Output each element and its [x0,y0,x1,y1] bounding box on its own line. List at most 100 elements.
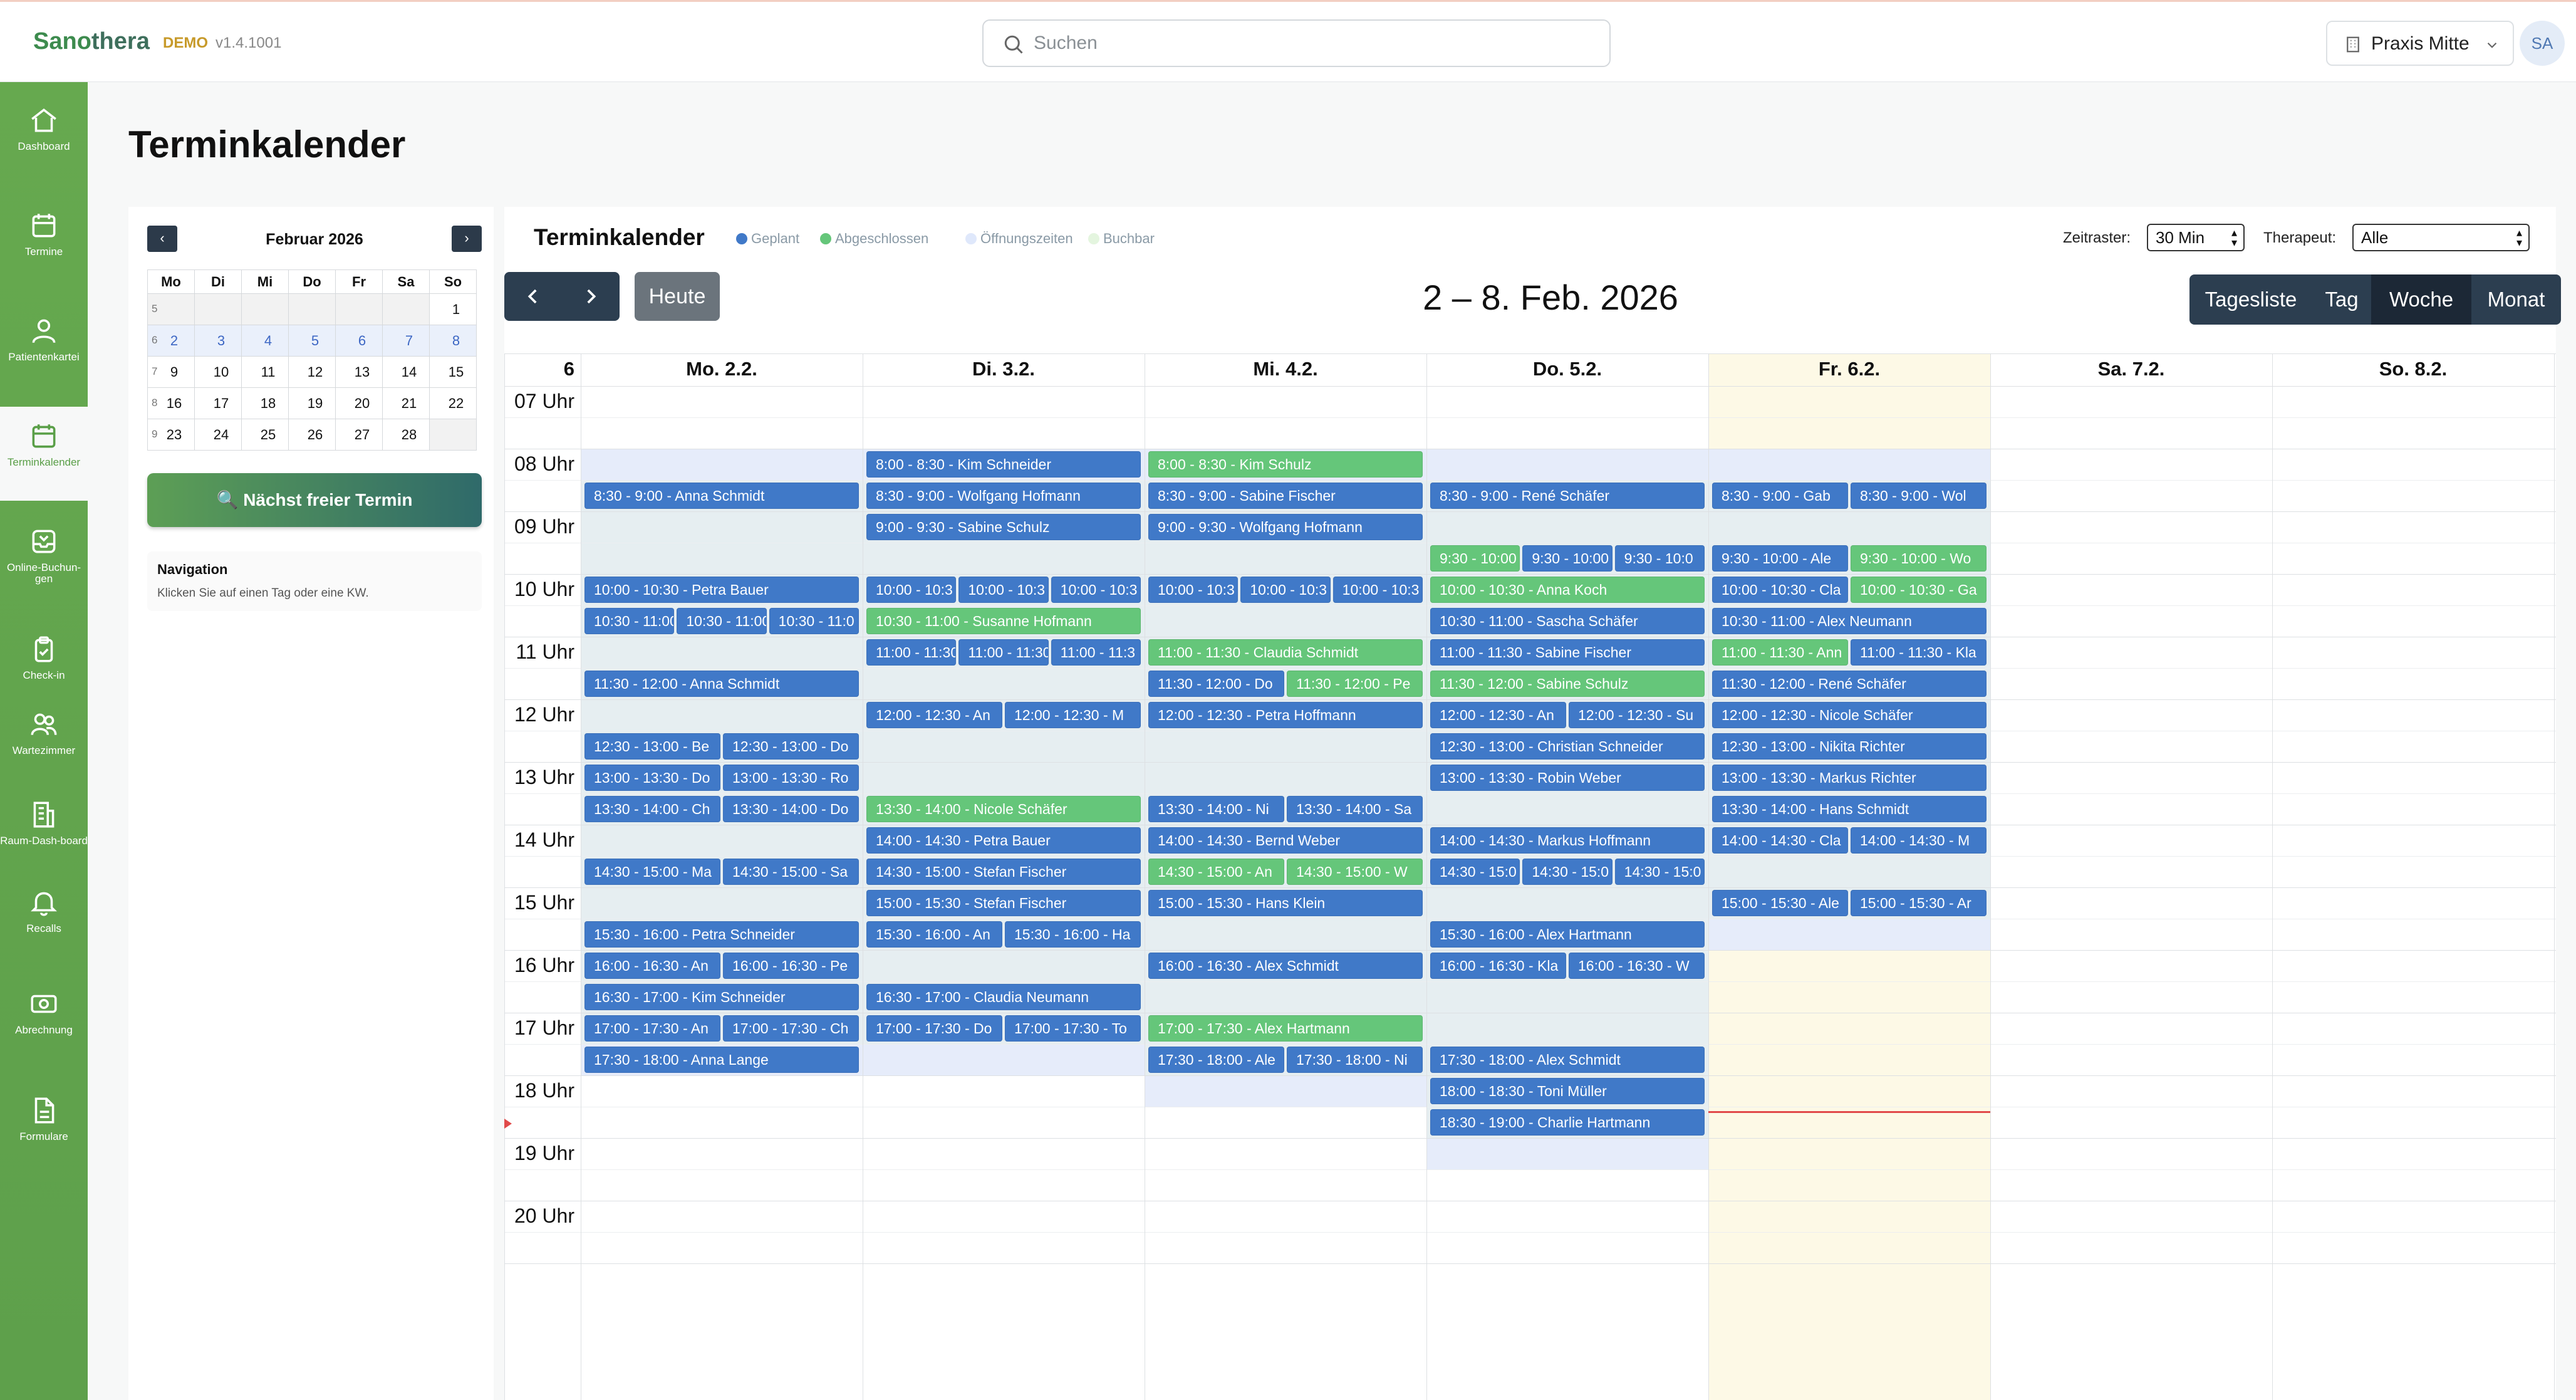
appointment-block[interactable]: 18:30 - 19:00 - Charlie Hartmann [1430,1109,1705,1136]
appointment-block[interactable]: 11:30 - 12:00 - Pe [1287,671,1423,697]
appointment-block[interactable]: 13:00 - 13:30 - Robin Weber [1430,765,1705,791]
appointment-block[interactable]: 17:30 - 18:00 - Anna Lange [584,1047,859,1073]
appointment-block[interactable]: 9:30 - 10:0 [1614,545,1705,572]
appointment-block[interactable]: 11:30 - 12:00 - Sabine Schulz [1430,671,1705,697]
mini-calendar-day[interactable]: 11 [241,356,289,388]
appointment-block[interactable]: 14:30 - 15:00 - W [1287,859,1423,885]
mini-calendar-day[interactable]: 19 [288,387,336,419]
appointment-block[interactable]: 14:30 - 15:00 - Sa [723,859,859,885]
mini-calendar-day[interactable]: 21 [382,387,430,419]
appointment-block[interactable]: 8:30 - 9:00 - Wol [1851,483,1987,509]
mini-calendar-day[interactable]: 14 [382,356,430,388]
app-logo[interactable]: Sanothera [33,28,150,55]
appointment-block[interactable]: 11:00 - 11:30 - Claudia Schmidt [1148,639,1423,666]
mini-calendar-day[interactable]: 79 [147,356,195,388]
mini-calendar-week-number[interactable]: 9 [152,428,157,441]
appointment-block[interactable]: 13:30 - 14:00 - Hans Schmidt [1712,796,1987,822]
appointment-block[interactable]: 14:00 - 14:30 - Petra Bauer [866,827,1141,854]
mini-calendar-day[interactable]: 8 16 [147,387,195,419]
appointment-block[interactable]: 14:00 - 14:30 - Cla [1712,827,1848,854]
appointment-block[interactable]: 13:30 - 14:00 - Sa [1287,796,1423,822]
appointment-block[interactable]: 9:00 - 9:30 - Wolfgang Hofmann [1148,514,1423,540]
mini-calendar-next-button[interactable]: › [452,226,482,252]
mini-calendar-week-number[interactable]: 6 [152,334,157,347]
appointment-block[interactable]: 17:00 - 17:30 - Do [866,1015,1002,1042]
next-free-slot-button[interactable]: 🔍 Nächst freier Termin [147,473,482,527]
appointment-block[interactable]: 14:00 - 14:30 - Markus Hoffmann [1430,827,1705,854]
appointment-block[interactable]: 9:30 - 10:00 - Wo [1851,545,1987,572]
appointment-block[interactable]: 13:00 - 13:30 - Ro [723,765,859,791]
sidebar-item-termine[interactable]: Termine [0,196,88,290]
view-tag-button[interactable]: Tag [2312,274,2371,325]
appointment-block[interactable]: 13:30 - 14:00 - Ch [584,796,720,822]
day-header[interactable]: Mo. 2.2. [581,353,863,386]
appointment-block[interactable]: 10:00 - 10:30 - Anna Koch [1430,577,1705,603]
appointment-block[interactable]: 14:30 - 15:00 - Ma [584,859,720,885]
appointment-block[interactable]: 9:30 - 10:00 [1522,545,1613,572]
appointment-block[interactable]: 8:30 - 9:00 - Sabine Fischer [1148,483,1423,509]
mini-calendar-day[interactable]: 17 [194,387,242,419]
day-header[interactable]: Fr. 6.2. [1708,353,1990,386]
view-tagesliste-button[interactable]: Tagesliste [2189,274,2312,325]
mini-calendar-week-row[interactable]: 8 16 17 18 19 20 21 22 [147,387,477,419]
appointment-block[interactable]: 8:30 - 9:00 - Wolfgang Hofmann [866,483,1141,509]
appointment-block[interactable]: 14:30 - 15:0 [1614,859,1705,885]
appointment-block[interactable]: 10:00 - 10:3 [1240,577,1331,603]
bookable-band[interactable] [1145,480,1426,1075]
view-woche-button[interactable]: Woche [2371,274,2471,325]
appointment-block[interactable]: 16:30 - 17:00 - Claudia Neumann [866,984,1141,1010]
appointment-block[interactable]: 12:30 - 13:00 - Christian Schneider [1430,733,1705,760]
appointment-block[interactable]: 11:30 - 12:00 - Anna Schmidt [584,671,859,697]
appointment-block[interactable]: 15:00 - 15:30 - Ale [1712,890,1848,916]
appointment-block[interactable]: 12:00 - 12:30 - An [1430,702,1566,728]
appointment-block[interactable]: 17:30 - 18:00 - Alex Schmidt [1430,1047,1705,1073]
appointment-block[interactable]: 11:00 - 11:30 - Sabine Fischer [1430,639,1705,666]
appointment-block[interactable]: 14:00 - 14:30 - Bernd Weber [1148,827,1423,854]
appointment-block[interactable]: 13:30 - 14:00 - Nicole Schäfer [866,796,1141,822]
appointment-block[interactable]: 17:00 - 17:30 - Ch [723,1015,859,1042]
appointment-block[interactable]: 10:00 - 10:3 [1051,577,1141,603]
appointment-block[interactable]: 15:30 - 16:00 - Ha [1005,921,1141,948]
sidebar-item-terminkalender[interactable]: Terminkalender [0,407,88,501]
mini-calendar-week-row[interactable]: 7 9 10 11 12 13 14 15 [147,356,477,388]
appointment-block[interactable]: 17:00 - 17:30 - To [1005,1015,1141,1042]
mini-calendar-day[interactable]: 26 [288,419,336,451]
mini-calendar-day[interactable]: 24 [194,419,242,451]
mini-calendar-day[interactable]: 18 [241,387,289,419]
mini-calendar-day[interactable]: 15 [429,356,477,388]
day-header[interactable]: Mi. 4.2. [1145,353,1426,386]
mini-calendar-week-row[interactable]: 9 23 24 25 26 27 28 [147,419,477,451]
appointment-block[interactable]: 11:30 - 12:00 - Do [1148,671,1284,697]
mini-calendar-day[interactable]: 13 [335,356,383,388]
avatar[interactable]: SA [2520,21,2565,66]
appointment-block[interactable]: 12:00 - 12:30 - An [866,702,1002,728]
mini-calendar-day[interactable]: 4 [241,325,289,357]
mini-calendar-day[interactable]: 27 [335,419,383,451]
appointment-block[interactable]: 10:30 - 11:00 [677,608,767,634]
zeitraster-select[interactable]: 30 Min ▴ ▾ [2147,224,2245,251]
mini-calendar-day[interactable]: 62 [147,325,195,357]
mini-calendar-day[interactable]: 3 [194,325,242,357]
appointment-block[interactable]: 11:00 - 11:30 - Ann [1712,639,1848,666]
appointment-block[interactable]: 10:30 - 11:00 [584,608,675,634]
appointment-block[interactable]: 12:00 - 12:30 - Petra Hoffmann [1148,702,1423,728]
appointment-block[interactable]: 16:30 - 17:00 - Kim Schneider [584,984,859,1010]
appointment-block[interactable]: 18:00 - 18:30 - Toni Müller [1430,1078,1705,1104]
sidebar-item-abrechnung[interactable]: Abrechnung [0,974,88,1068]
appointment-block[interactable]: 14:30 - 15:00 - An [1148,859,1284,885]
appointment-block[interactable]: 16:00 - 16:30 - An [584,953,720,979]
mini-calendar-day[interactable]: 7 [382,325,430,357]
mini-calendar-week-row[interactable]: 62345678 [147,325,477,357]
appointment-block[interactable]: 17:30 - 18:00 - Ni [1287,1047,1423,1073]
appointment-block[interactable]: 14:30 - 15:0 [1522,859,1613,885]
appointment-block[interactable]: 10:00 - 10:3 [1332,577,1423,603]
appointment-block[interactable]: 16:00 - 16:30 - W [1569,953,1705,979]
appointment-block[interactable]: 17:00 - 17:30 - Alex Hartmann [1148,1015,1423,1042]
search-box[interactable] [982,19,1611,67]
appointment-block[interactable]: 8:00 - 8:30 - Kim Schulz [1148,451,1423,478]
appointment-block[interactable]: 11:00 - 11:30 [958,639,1049,666]
appointment-block[interactable]: 14:30 - 15:0 [1430,859,1520,885]
sidebar-item-raum-dash-board[interactable]: Raum-Dash-board [0,785,88,879]
day-header[interactable]: Di. 3.2. [863,353,1145,386]
day-header[interactable]: So. 8.2. [2272,353,2554,386]
